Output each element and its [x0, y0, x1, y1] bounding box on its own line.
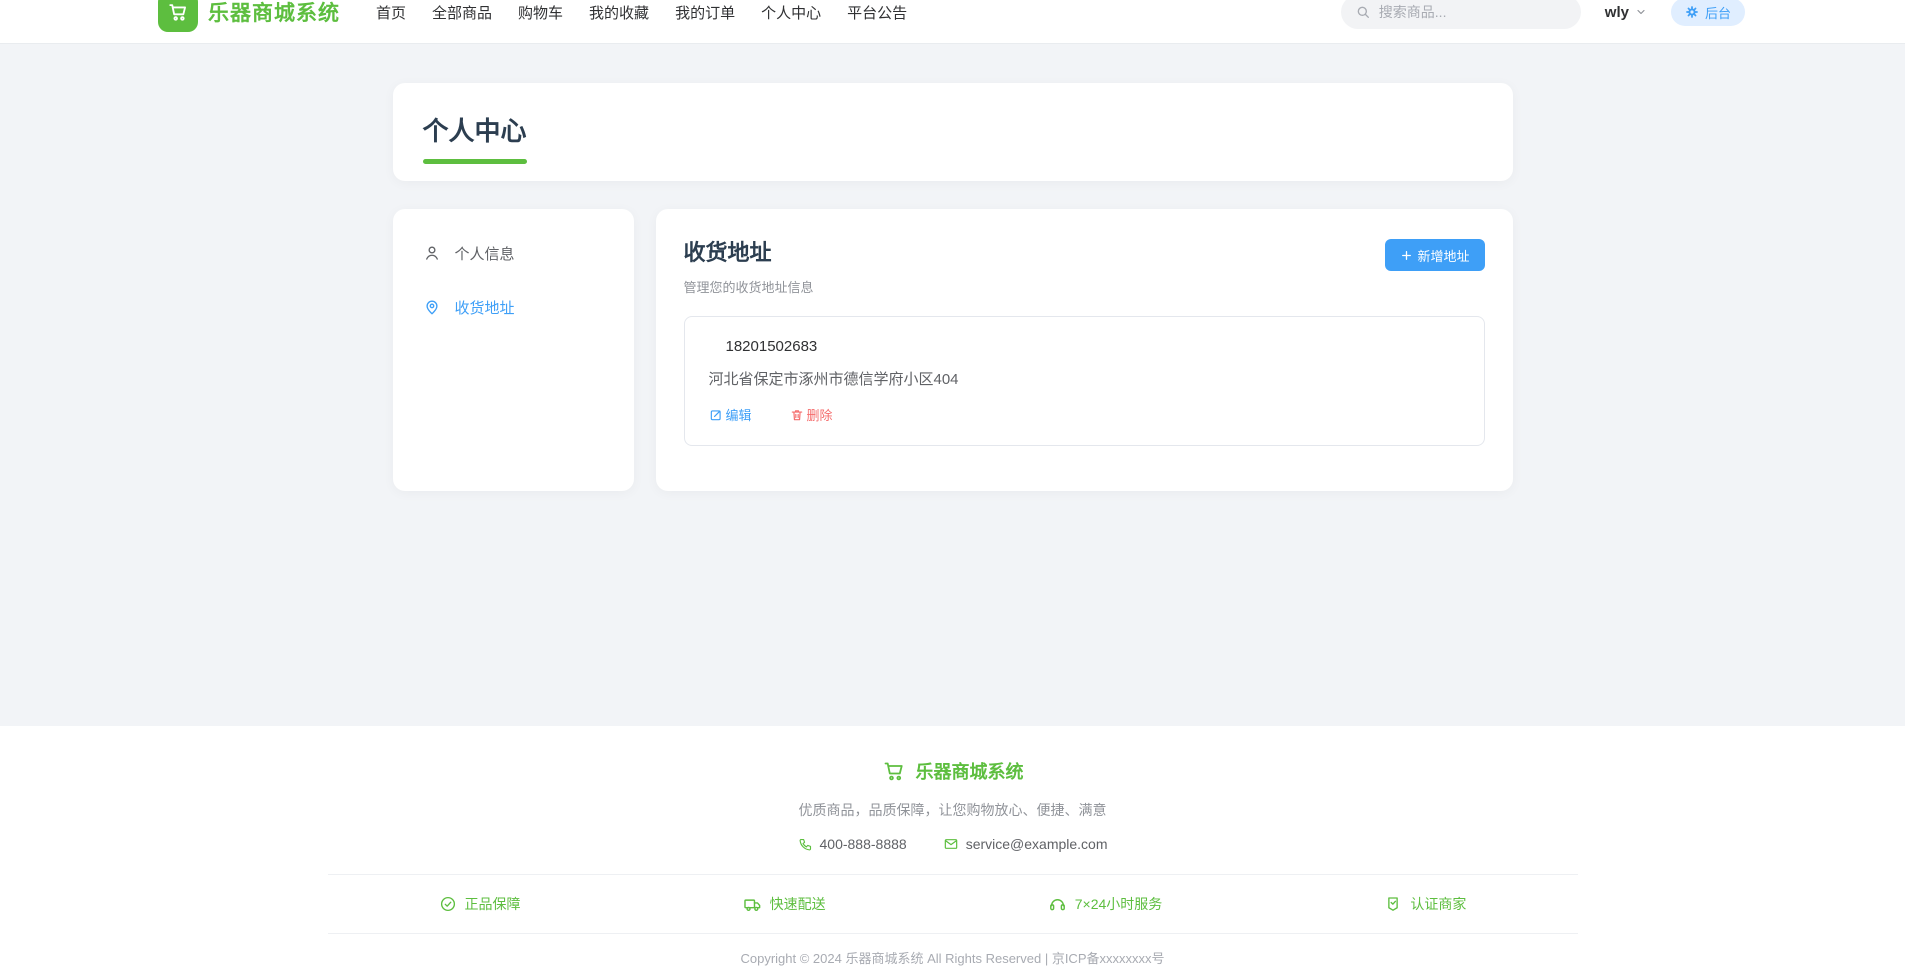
- feature-label: 正品保障: [465, 894, 521, 914]
- nav-item-announcements[interactable]: 平台公告: [847, 2, 907, 23]
- feature-24h-service: 7×24小时服务: [1048, 894, 1163, 914]
- username: wly: [1605, 4, 1629, 21]
- footer-tagline: 优质商品，品质保障，让您购物放心、便捷、满意: [0, 800, 1905, 820]
- nav-item-profile-center[interactable]: 个人中心: [761, 2, 821, 23]
- add-address-button[interactable]: 新增地址: [1385, 239, 1484, 271]
- footer-email-address: service@example.com: [966, 836, 1108, 852]
- admin-button[interactable]: 后台: [1671, 0, 1745, 26]
- sidebar-item-label: 个人信息: [455, 243, 515, 264]
- feature-authentic: 正品保障: [439, 894, 521, 914]
- mail-icon: [943, 836, 959, 852]
- section-subtitle: 管理您的收货地址信息: [684, 277, 814, 296]
- sidebar-item-profile[interactable]: 个人信息: [393, 231, 634, 275]
- add-address-label: 新增地址: [1417, 246, 1469, 265]
- address-phone: 18201502683: [726, 338, 818, 355]
- search-input[interactable]: [1379, 4, 1567, 20]
- address-text: 河北省保定市涿州市德信学府小区404: [709, 368, 1460, 389]
- cart-logo-icon: [158, 0, 198, 32]
- page-title: 个人中心: [423, 111, 527, 148]
- footer-features: 正品保障 快速配送 7×24小时服务 认证商家: [328, 874, 1578, 934]
- brand-name: 乐器商城系统: [208, 0, 340, 27]
- page-footer: 乐器商城系统 优质商品，品质保障，让您购物放心、便捷、满意 400-888-88…: [0, 726, 1905, 974]
- search-icon: [1355, 4, 1371, 20]
- copyright: Copyright © 2024 乐器商城系统 All Rights Reser…: [0, 948, 1905, 967]
- gear-icon: [1685, 5, 1699, 19]
- feature-label: 快速配送: [770, 894, 826, 914]
- admin-button-label: 后台: [1705, 3, 1731, 22]
- footer-email: service@example.com: [943, 836, 1108, 852]
- edit-label: 编辑: [726, 405, 752, 424]
- pin-icon: [423, 298, 441, 316]
- footer-brand-name: 乐器商城系统: [916, 758, 1024, 784]
- section-title: 收货地址: [684, 235, 814, 267]
- nav-item-cart[interactable]: 购物车: [518, 2, 563, 23]
- delete-address-button[interactable]: 删除: [790, 405, 833, 424]
- feature-fast-delivery: 快速配送: [743, 894, 826, 914]
- sidebar-item-address[interactable]: 收货地址: [393, 285, 634, 329]
- headset-icon: [1048, 895, 1067, 914]
- title-underline: [423, 159, 527, 164]
- nav-item-orders[interactable]: 我的订单: [675, 2, 735, 23]
- cart-icon: [882, 759, 906, 783]
- main-content: 个人中心 个人信息 收货地址 收货地址 管理您的收货: [393, 83, 1513, 491]
- search-box[interactable]: [1341, 0, 1581, 29]
- nav-item-home[interactable]: 首页: [376, 2, 406, 23]
- sidebar-item-label: 收货地址: [455, 297, 515, 318]
- badge-icon: [1384, 895, 1402, 913]
- feature-label: 认证商家: [1410, 894, 1466, 914]
- main-nav: 首页 全部商品 购物车 我的收藏 我的订单 个人中心 平台公告: [376, 2, 907, 23]
- check-circle-icon: [439, 895, 457, 913]
- footer-brand: 乐器商城系统: [0, 758, 1905, 784]
- trash-icon: [790, 408, 804, 422]
- footer-phone: 400-888-8888: [798, 836, 907, 852]
- feature-certified-merchant: 认证商家: [1384, 894, 1466, 914]
- delete-label: 删除: [807, 405, 833, 424]
- brand-logo[interactable]: 乐器商城系统: [158, 0, 340, 32]
- top-header: 乐器商城系统 首页 全部商品 购物车 我的收藏 我的订单 个人中心 平台公告 w…: [0, 0, 1905, 44]
- plus-icon: [1400, 249, 1413, 262]
- phone-icon: [798, 837, 813, 852]
- feature-label: 7×24小时服务: [1075, 894, 1163, 914]
- page-title-card: 个人中心: [393, 83, 1513, 181]
- address-panel: 收货地址 管理您的收货地址信息 新增地址 18201502683 河北省保定市涿…: [656, 209, 1513, 491]
- chevron-down-icon: [1635, 6, 1647, 18]
- footer-phone-number: 400-888-8888: [820, 836, 907, 852]
- nav-item-favorites[interactable]: 我的收藏: [589, 2, 649, 23]
- user-menu[interactable]: wly: [1605, 4, 1647, 21]
- address-card: 18201502683 河北省保定市涿州市德信学府小区404 编辑 删: [684, 316, 1485, 446]
- edit-address-button[interactable]: 编辑: [709, 405, 752, 424]
- nav-item-all-products[interactable]: 全部商品: [432, 2, 492, 23]
- truck-icon: [743, 895, 762, 914]
- profile-sidebar: 个人信息 收货地址: [393, 209, 634, 491]
- user-icon: [423, 244, 441, 262]
- edit-icon: [709, 408, 723, 422]
